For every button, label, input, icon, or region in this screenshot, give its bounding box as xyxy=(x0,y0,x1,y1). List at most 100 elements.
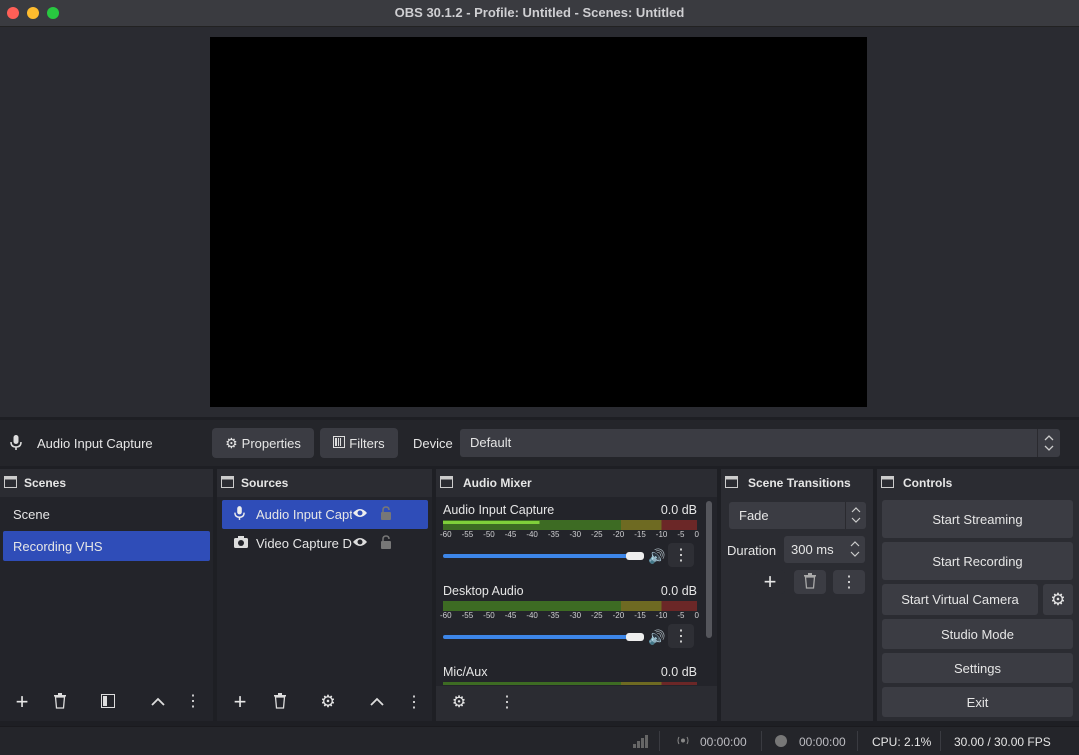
transition-value: Fade xyxy=(739,508,769,523)
device-select[interactable]: Default xyxy=(460,429,1060,457)
gear-icon: ⚙ xyxy=(225,434,238,451)
exit-label: Exit xyxy=(966,694,989,710)
updown-chevron-icon xyxy=(845,502,866,529)
exit-button[interactable]: Exit xyxy=(882,687,1073,717)
dock-icon xyxy=(4,476,17,488)
start-recording-button[interactable]: Start Recording xyxy=(882,542,1073,580)
properties-button[interactable]: ⚙ Properties xyxy=(212,428,314,458)
scene-filters-button[interactable] xyxy=(93,689,123,715)
virtual-camera-settings-button[interactable]: ⚙ xyxy=(1043,584,1073,615)
device-value: Default xyxy=(470,435,512,450)
channel-db: 0.0 dB xyxy=(660,665,697,679)
dock-icon xyxy=(221,476,234,488)
more-vertical-icon: ⋮ xyxy=(185,693,201,710)
updown-chevron-icon xyxy=(845,536,865,563)
trash-icon xyxy=(273,692,287,712)
eye-icon[interactable] xyxy=(352,507,380,522)
plus-icon: + xyxy=(763,569,777,594)
more-vertical-icon: ⋮ xyxy=(499,694,515,711)
more-vertical-icon: ⋮ xyxy=(673,547,689,564)
mixer-channel: Desktop Audio 0.0 dB -60 -55 -50 -45 -40 -35-… xyxy=(436,578,706,658)
channel-more-button[interactable]: ⋮ xyxy=(668,624,694,648)
channel-db: 0.0 dB xyxy=(660,584,697,598)
transitions-body: Fade Duration 300 ms + ⋮ xyxy=(721,497,873,721)
trash-icon xyxy=(803,572,817,592)
audio-mixer-dock: Audio Mixer Audio Input Capture 0.0 dB -… xyxy=(436,469,717,721)
lock-icon[interactable] xyxy=(380,535,392,552)
eye-icon[interactable] xyxy=(352,536,380,551)
active-source-name: Audio Input Capture xyxy=(37,436,153,451)
scene-item[interactable]: Scene xyxy=(3,499,210,529)
remove-scene-button[interactable] xyxy=(45,689,75,715)
settings-label: Settings xyxy=(954,660,1001,676)
start-streaming-label: Start Streaming xyxy=(932,511,1023,527)
more-vertical-icon: ⋮ xyxy=(406,694,422,711)
lock-icon[interactable] xyxy=(380,506,392,523)
mixer-more-button[interactable]: ⋮ xyxy=(495,689,519,715)
transition-select[interactable]: Fade xyxy=(729,502,866,529)
filters-button[interactable]: Filters xyxy=(320,428,398,458)
dock-icon xyxy=(440,476,453,488)
studio-mode-button[interactable]: Studio Mode xyxy=(882,619,1073,649)
move-source-up-button[interactable] xyxy=(362,689,392,715)
record-time: 00:00:00 xyxy=(799,735,846,749)
volume-slider-handle[interactable] xyxy=(626,552,644,560)
speaker-icon[interactable]: 🔊 xyxy=(648,548,665,565)
volume-slider-handle[interactable] xyxy=(626,633,644,641)
mixer-scrollbar[interactable] xyxy=(706,501,712,638)
transition-more-button[interactable]: ⋮ xyxy=(833,570,865,594)
plus-icon: + xyxy=(15,689,29,714)
title-bar: OBS 30.1.2 - Profile: Untitled - Scenes:… xyxy=(0,0,1079,27)
volume-meter xyxy=(443,520,697,530)
start-recording-label: Start Recording xyxy=(932,553,1023,569)
volume-slider[interactable] xyxy=(443,554,638,558)
stream-time: 00:00:00 xyxy=(700,735,747,749)
source-item-label: Video Capture De xyxy=(256,536,352,551)
source-properties-button[interactable]: ⚙ xyxy=(313,689,343,715)
scene-item-label: Scene xyxy=(13,506,50,522)
scene-transitions-dock: Scene Transitions Fade Duration 300 ms +… xyxy=(721,469,873,721)
scene-more-button[interactable]: ⋮ xyxy=(183,689,203,715)
settings-button[interactable]: Settings xyxy=(882,653,1073,683)
start-virtual-camera-button[interactable]: Start Virtual Camera xyxy=(882,584,1038,615)
meter-scale: -60 -55 -50 -45 -40 -35 -30 -25 -20 -15 -10 -5 0 xyxy=(440,611,699,620)
scenes-dock-header: Scenes xyxy=(0,469,213,497)
controls-title: Controls xyxy=(903,476,953,490)
program-preview[interactable] xyxy=(210,37,867,407)
mixer-toolbar: ⚙ ⋮ xyxy=(436,686,717,721)
source-more-button[interactable]: ⋮ xyxy=(404,689,424,715)
transitions-title: Scene Transitions xyxy=(748,476,851,490)
start-virtual-camera-label: Start Virtual Camera xyxy=(901,592,1019,607)
source-item[interactable]: Video Capture De xyxy=(222,529,428,558)
move-scene-up-button[interactable] xyxy=(143,689,173,715)
status-separator xyxy=(761,731,762,751)
gears-icon: ⚙ xyxy=(451,694,467,711)
fps-readout: 30.00 / 30.00 FPS xyxy=(954,735,1051,749)
plus-icon: + xyxy=(233,689,247,714)
duration-spinbox[interactable]: 300 ms xyxy=(784,536,865,563)
mixer-channel: Mic/Aux 0.0 dB xyxy=(436,659,706,689)
remove-source-button[interactable] xyxy=(265,689,295,715)
scenes-dock: Scenes Scene Recording VHS + ⋮ xyxy=(0,469,213,721)
remove-transition-button[interactable] xyxy=(794,570,826,594)
scene-item-label: Recording VHS xyxy=(13,538,103,554)
window-title: OBS 30.1.2 - Profile: Untitled - Scenes:… xyxy=(394,5,685,20)
start-streaming-button[interactable]: Start Streaming xyxy=(882,500,1073,538)
speaker-icon[interactable]: 🔊 xyxy=(648,629,665,646)
advanced-audio-button[interactable]: ⚙ xyxy=(444,689,474,715)
microphone-icon xyxy=(10,435,22,454)
volume-slider[interactable] xyxy=(443,635,638,639)
add-transition-button[interactable]: + xyxy=(755,569,785,594)
add-source-button[interactable]: + xyxy=(225,689,255,715)
source-item-selected[interactable]: Audio Input Capt xyxy=(222,500,428,529)
duration-value: 300 ms xyxy=(791,542,834,557)
filter-icon xyxy=(101,693,115,711)
gear-icon: ⚙ xyxy=(1050,589,1066,609)
duration-label: Duration xyxy=(727,543,777,558)
meter-scale: -60 -55 -50 -45 -40 -35 -30 -25 -20 -15 -10 -5 0 xyxy=(440,530,699,539)
add-scene-button[interactable]: + xyxy=(7,689,37,715)
scene-item-selected[interactable]: Recording VHS xyxy=(3,531,210,561)
dock-icon xyxy=(725,476,738,488)
channel-more-button[interactable]: ⋮ xyxy=(668,543,694,567)
sources-dock-header: Sources xyxy=(217,469,432,497)
